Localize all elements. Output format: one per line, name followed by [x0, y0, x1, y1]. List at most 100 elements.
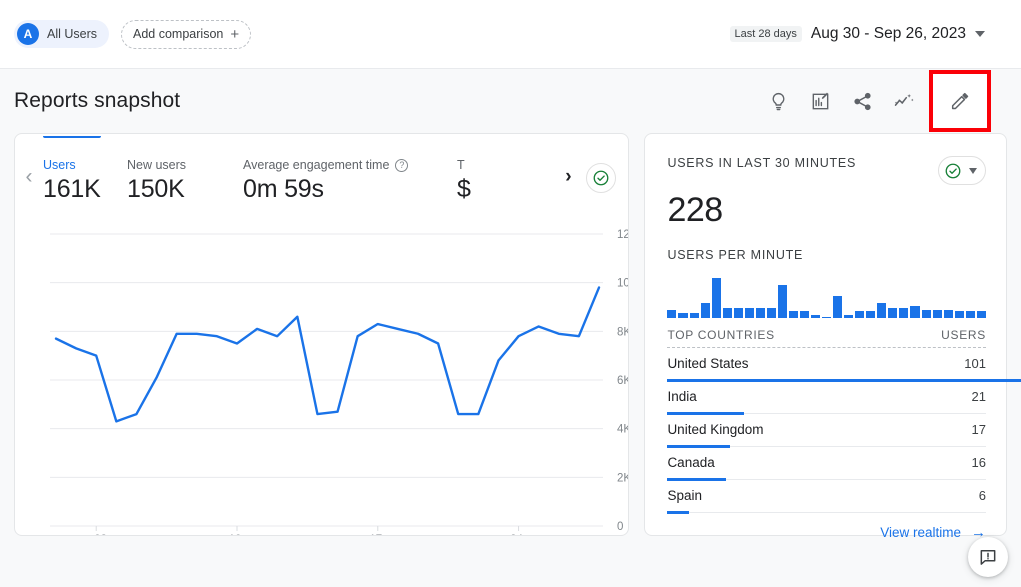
date-range-label: Aug 30 - Sep 26, 2023	[811, 25, 966, 43]
users-per-minute-bar	[822, 317, 831, 318]
country-bar	[667, 511, 689, 514]
country-name: India	[667, 389, 696, 404]
country-row[interactable]: Canada16	[667, 447, 986, 480]
country-row[interactable]: United Kingdom 17	[667, 414, 986, 447]
users-per-minute-bar	[955, 311, 964, 318]
check-circle-icon	[944, 162, 962, 180]
country-users-value: 21	[972, 389, 986, 404]
comparison-bar: A All Users Add comparison + Last 28 day…	[0, 0, 1021, 69]
metric-label: T	[457, 158, 487, 172]
data-status-badge[interactable]	[586, 163, 616, 193]
country-name: United States	[667, 356, 748, 371]
country-users-value: 17	[972, 422, 986, 437]
country-users-value: 6	[979, 488, 986, 503]
users-per-minute-bar	[778, 285, 787, 318]
metric-active-indicator	[43, 136, 101, 138]
users-per-minute-bar	[712, 278, 721, 318]
help-icon[interactable]: ?	[395, 159, 408, 172]
y-axis-tick-label: 4K	[617, 424, 629, 436]
users-per-minute-bar	[789, 311, 798, 318]
view-realtime-link[interactable]: View realtime →	[667, 524, 986, 541]
chevron-down-icon	[969, 168, 977, 174]
metric-card[interactable]: T$	[457, 136, 487, 218]
line-chart-svg: 02K4K6K8K10K12K03Sep101724	[15, 218, 629, 536]
users-per-minute-label: USERS PER MINUTE	[667, 248, 986, 262]
realtime-card: USERS IN LAST 30 MINUTES 228 USERS PER M…	[644, 133, 1007, 536]
metrics-list: Users 161K New users150KAverage engagement…	[43, 136, 554, 218]
country-row[interactable]: India 21	[667, 381, 986, 414]
share-icon[interactable]	[841, 80, 883, 122]
metric-value: 150K	[127, 175, 215, 204]
country-row[interactable]: Spain 6	[667, 480, 986, 513]
feedback-icon	[978, 547, 998, 567]
users-per-minute-bar	[944, 310, 953, 318]
users-line-chart[interactable]: 02K4K6K8K10K12K03Sep101724	[15, 218, 628, 536]
edit-icon[interactable]	[939, 80, 981, 122]
page-title: Reports snapshot	[14, 89, 180, 113]
users-per-minute-bar	[855, 311, 864, 318]
segment-label: All Users	[47, 27, 97, 41]
users-per-minute-bar	[922, 310, 931, 318]
country-name: Spain	[667, 488, 702, 503]
countries-metric-header: USERS	[941, 328, 986, 342]
users-per-minute-bar	[811, 315, 820, 318]
users-per-minute-bar	[745, 308, 754, 318]
x-axis-tick-label: 24	[510, 534, 523, 536]
chevron-down-icon	[975, 31, 985, 37]
users-per-minute-bar	[833, 296, 842, 318]
view-realtime-label: View realtime	[880, 525, 961, 540]
realtime-status-badge[interactable]	[938, 156, 986, 185]
users-per-minute-bar	[977, 311, 986, 318]
x-axis-tick-label: 10	[229, 534, 242, 536]
country-users-value: 101	[964, 356, 986, 371]
users-per-minute-bar	[933, 310, 942, 318]
plus-icon: +	[230, 27, 239, 42]
add-comparison-label: Add comparison	[133, 27, 223, 41]
page-actions-toolbar	[757, 70, 1007, 132]
date-range-picker[interactable]: Last 28 days Aug 30 - Sep 26, 2023	[730, 25, 1008, 43]
users-per-minute-bar	[844, 315, 853, 318]
users-per-minute-bar	[866, 311, 875, 318]
users-per-minute-bar	[756, 308, 765, 318]
metric-card[interactable]: New users150K	[127, 136, 243, 218]
users-per-minute-chart[interactable]	[667, 276, 986, 318]
y-axis-tick-label: 2K	[617, 472, 629, 484]
metrics-next-button[interactable]: ›	[554, 136, 582, 218]
users-per-minute-bar	[877, 303, 886, 318]
metric-value: 161K	[43, 175, 99, 204]
dashboard-body: ‹ Users 161K New users150KAverage engageme…	[0, 133, 1021, 536]
segment-chip-all-users[interactable]: A All Users	[14, 20, 109, 48]
metric-label: Average engagement time?	[243, 158, 429, 172]
x-axis-tick-label: 03	[94, 534, 107, 536]
feedback-button[interactable]	[968, 537, 1008, 577]
add-comparison-button[interactable]: Add comparison +	[121, 20, 251, 49]
users-per-minute-bar	[888, 308, 897, 318]
users-per-minute-bar	[800, 311, 809, 318]
country-name: Canada	[667, 455, 714, 470]
y-axis-tick-label: 10K	[617, 278, 629, 290]
users-per-minute-bar	[899, 308, 908, 318]
trend-insights-icon[interactable]	[883, 80, 925, 122]
country-name: United Kingdom	[667, 422, 763, 437]
metric-card[interactable]: Users 161K	[43, 136, 127, 218]
users-per-minute-bar	[966, 311, 975, 318]
insights-icon[interactable]	[757, 80, 799, 122]
metrics-prev-button[interactable]: ‹	[15, 136, 43, 218]
y-axis-tick-label: 8K	[617, 326, 629, 338]
metric-value: $	[457, 175, 487, 204]
y-axis-tick-label: 0	[617, 521, 623, 533]
metric-value: 0m 59s	[243, 175, 429, 204]
top-countries-header: TOP COUNTRIES USERS	[667, 328, 986, 348]
users-per-minute-bar	[667, 310, 676, 318]
realtime-user-count: 228	[667, 191, 986, 230]
x-axis-tick-label: 17	[369, 534, 382, 536]
y-axis-tick-label: 12K	[617, 229, 629, 241]
metric-card[interactable]: Average engagement time? 0m 59s	[243, 136, 457, 218]
edit-button-highlight[interactable]	[929, 70, 991, 132]
realtime-title: USERS IN LAST 30 MINUTES	[667, 156, 856, 170]
customize-report-icon[interactable]	[799, 80, 841, 122]
users-per-minute-bar	[734, 308, 743, 318]
metric-label: Users	[43, 158, 99, 172]
users-per-minute-bar	[678, 313, 687, 318]
country-row[interactable]: United States 101	[667, 348, 986, 381]
